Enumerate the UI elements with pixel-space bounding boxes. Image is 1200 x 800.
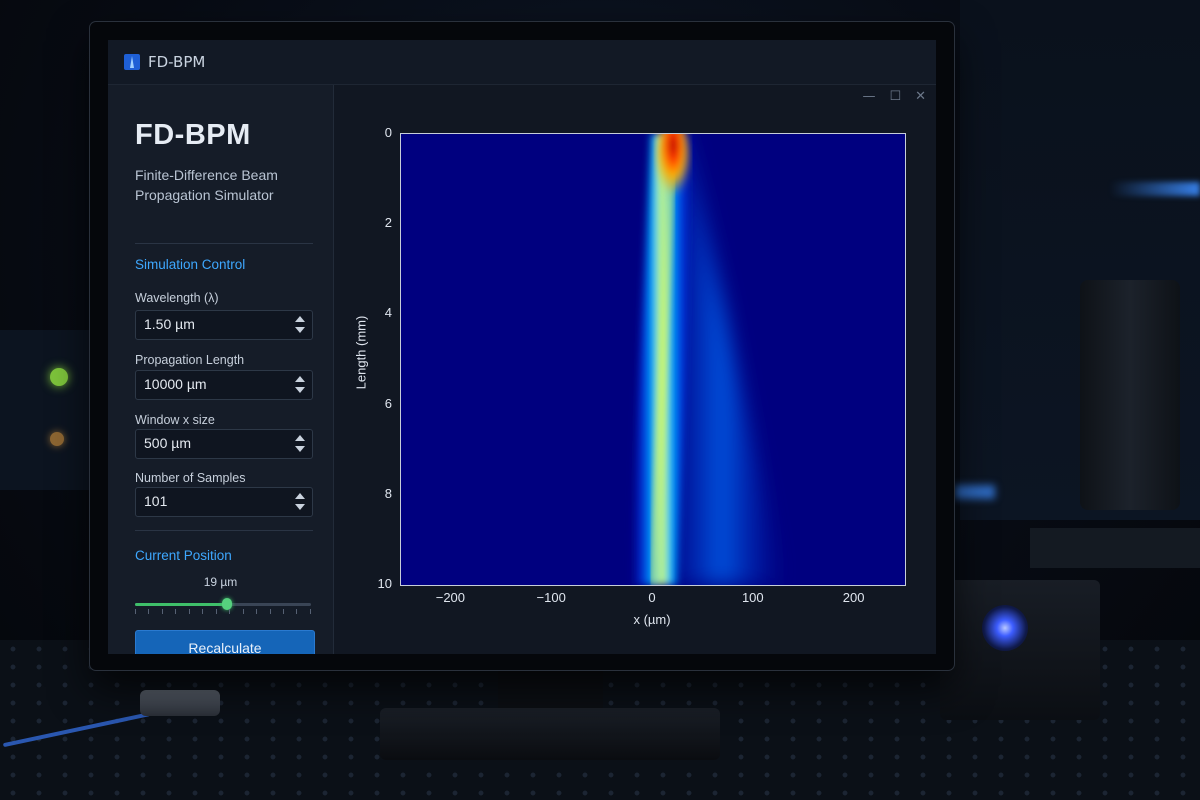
wavelength-stepper[interactable] — [294, 314, 306, 336]
slider-tick — [148, 609, 150, 614]
increment-arrow-icon[interactable] — [295, 435, 305, 441]
decrement-arrow-icon[interactable] — [295, 446, 305, 452]
number-of-samples-label: Number of Samples — [135, 471, 246, 485]
slider-tick — [161, 609, 163, 614]
fiber-connector — [140, 690, 220, 716]
title-bar: FD-BPM — [108, 40, 936, 85]
slider-tick — [188, 609, 190, 614]
y-tick-label: 2 — [384, 215, 392, 231]
propagation-length-label: Propagation Length — [135, 353, 245, 367]
decrement-arrow-icon[interactable] — [295, 327, 305, 333]
slider-tick — [175, 609, 177, 614]
number-of-samples-input[interactable]: 101 — [135, 487, 313, 517]
app-subtitle: Finite-Difference Beam Propagation Simul… — [135, 167, 278, 203]
x-axis-label: x (µm) — [633, 612, 671, 627]
decrement-arrow-icon[interactable] — [295, 504, 305, 510]
divider — [135, 243, 313, 244]
y-axis-label: Length (mm) — [353, 315, 369, 390]
slider-tick — [242, 609, 244, 614]
sample-stage — [1030, 528, 1200, 568]
slider-tick — [135, 609, 136, 614]
lab-instrument — [0, 330, 90, 490]
window-x-size-stepper[interactable] — [294, 433, 306, 455]
close-icon[interactable]: ✕ — [915, 89, 926, 104]
slider-tick — [269, 609, 271, 614]
app-window: FD-BPM FD-BPM Finite-Difference Beam Pro… — [108, 40, 936, 654]
position-value: 19 µm — [203, 575, 238, 589]
monitor: FD-BPM FD-BPM Finite-Difference Beam Pro… — [90, 22, 954, 670]
position-slider-fill — [135, 603, 227, 606]
window-controls: — ☐ ✕ — [862, 89, 926, 104]
y-tick-label: 8 — [384, 485, 392, 501]
section-current-position: Current Position — [135, 548, 232, 563]
position-slider[interactable] — [135, 598, 311, 610]
recalculate-button[interactable]: Recalculate — [135, 630, 315, 654]
x-tick-label: 0 — [648, 590, 656, 605]
green-led — [50, 368, 68, 386]
slider-tick — [309, 609, 311, 614]
beam-intensity-heatmap — [400, 133, 906, 586]
increment-arrow-icon[interactable] — [295, 316, 305, 322]
number-of-samples-stepper[interactable] — [294, 491, 306, 513]
wavelength-label: Wavelength (λ) — [135, 291, 219, 305]
increment-arrow-icon[interactable] — [295, 493, 305, 499]
y-tick-label: 0 — [384, 125, 392, 140]
x-tick-label: −200 — [435, 590, 466, 605]
slider-tick — [256, 609, 258, 614]
slider-tick — [229, 609, 231, 614]
window-title: FD-BPM — [148, 53, 206, 71]
window-x-size-label: Window x size — [135, 413, 215, 427]
sidebar: FD-BPM Finite-Difference Beam Propagatio… — [108, 85, 334, 654]
minimize-icon[interactable]: — — [862, 89, 875, 104]
microscope — [1080, 280, 1180, 510]
slider-tick — [202, 609, 204, 614]
x-tick-label: 200 — [842, 590, 865, 605]
app-icon — [124, 54, 140, 70]
slider-ticks — [135, 609, 311, 615]
propagation-length-input[interactable]: 10000 µm — [135, 370, 313, 400]
x-tick-label: −100 — [536, 590, 566, 605]
y-tick-label: 10 — [377, 576, 392, 591]
slider-tick — [282, 609, 284, 614]
rack-light — [1110, 182, 1200, 196]
orange-led — [50, 432, 64, 446]
propagation-length-stepper[interactable] — [294, 374, 306, 396]
maximize-icon[interactable]: ☐ — [889, 89, 901, 104]
section-simulation-control: Simulation Control — [135, 257, 246, 272]
y-tick-label: 6 — [384, 395, 392, 411]
window-x-size-value: 500 µm — [144, 435, 191, 451]
laser-lens — [982, 605, 1028, 651]
rack-light — [955, 485, 995, 499]
window-x-size-input[interactable]: 500 µm — [135, 429, 313, 459]
increment-arrow-icon[interactable] — [295, 376, 305, 382]
wavelength-value: 1.50 µm — [144, 316, 195, 332]
divider — [135, 530, 313, 531]
propagation-length-value: 10000 µm — [144, 376, 207, 392]
plot-panel: — ☐ ✕ 0 2 4 6 8 10 −200 −100 0 100 200 L… — [334, 85, 936, 654]
slider-tick — [296, 609, 298, 614]
wavelength-input[interactable]: 1.50 µm — [135, 310, 313, 340]
laser-mount — [940, 580, 1100, 720]
x-tick-label: 100 — [741, 590, 764, 605]
decrement-arrow-icon[interactable] — [295, 387, 305, 393]
number-of-samples-value: 101 — [144, 493, 168, 509]
monitor-stand-base — [380, 708, 720, 760]
slider-tick — [215, 609, 217, 614]
heatmap-svg — [401, 134, 905, 585]
app-brand: FD-BPM — [135, 119, 251, 151]
